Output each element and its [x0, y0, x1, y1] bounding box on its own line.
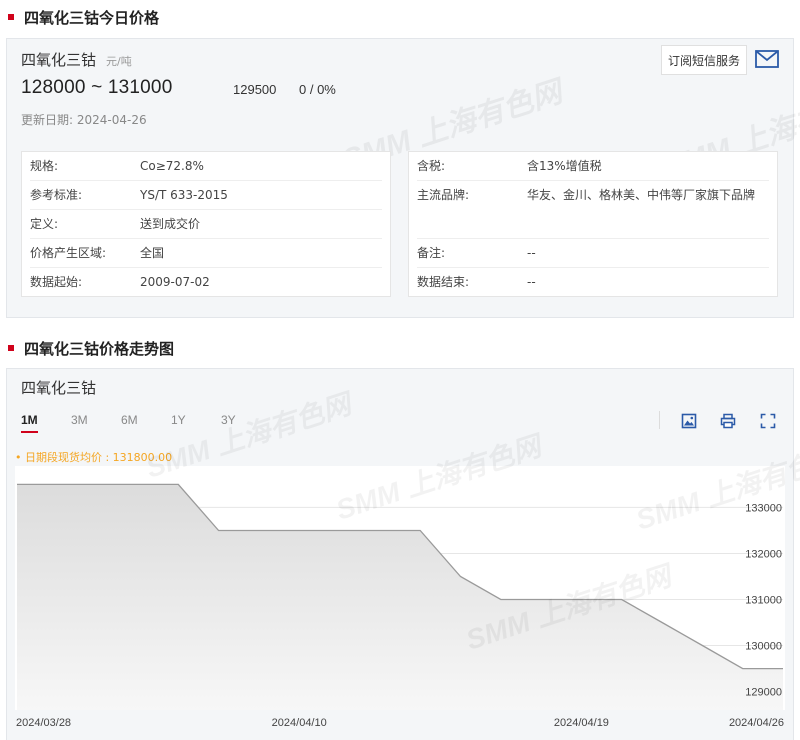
y-tick-label: 129000 — [745, 687, 782, 699]
x-tick-label: 2024/04/10 — [272, 717, 327, 729]
x-tick-label: 2024/04/19 — [554, 717, 609, 729]
y-tick-label: 133000 — [745, 502, 782, 514]
x-tick-label: 2024/04/26 — [729, 717, 784, 729]
y-tick-label: 130000 — [745, 641, 782, 653]
y-tick-label: 132000 — [745, 548, 782, 560]
x-tick-label: 2024/03/28 — [16, 717, 71, 729]
price-trend-chart: 129000 130000 131000 132000 133000 2024/03/2… — [15, 387, 800, 729]
y-tick-label: 131000 — [745, 595, 782, 607]
